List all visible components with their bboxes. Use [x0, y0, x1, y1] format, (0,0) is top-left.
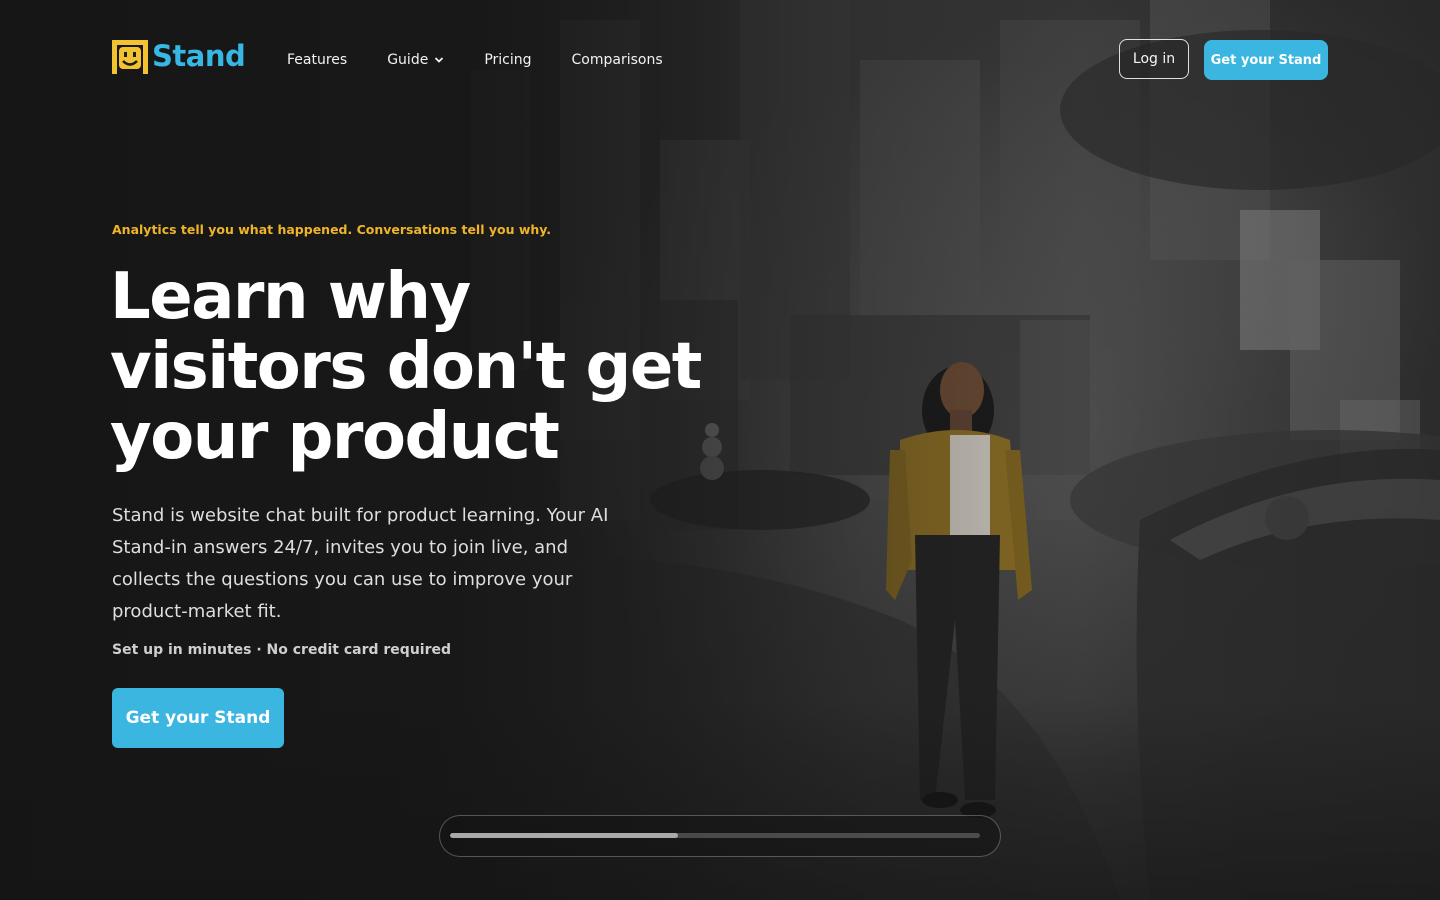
- hero-subcopy: Stand is website chat built for product …: [112, 505, 609, 622]
- chevron-down-icon: [435, 57, 444, 63]
- hero-eyebrow: Analytics tell you what happened. Conver…: [112, 222, 552, 237]
- landing-page: Stand Features Guide Pricing Comparisons…: [0, 0, 1440, 900]
- nav-item-label: Guide: [387, 52, 429, 68]
- brand-logo[interactable]: Stand: [112, 36, 246, 76]
- nav-item-label: Comparisons: [571, 52, 663, 68]
- hero-get-stand-button[interactable]: Get your Stand: [112, 688, 284, 748]
- hero-headline: Learn why visitors don't get your produc…: [110, 260, 702, 474]
- brand-name: Stand: [152, 39, 246, 73]
- setup-note: Set up in minutes · No credit card requi…: [112, 642, 452, 658]
- header-get-stand-button[interactable]: Get your Stand: [1204, 40, 1328, 80]
- smiley-stand-logo-icon: [112, 40, 148, 74]
- main-nav: Features Guide Pricing Comparisons: [287, 36, 703, 84]
- hero-progress-indicator: [439, 815, 1001, 857]
- nav-item-guide[interactable]: Guide: [387, 52, 444, 68]
- nav-item-comparisons[interactable]: Comparisons: [572, 52, 663, 68]
- site-header: Stand Features Guide Pricing Comparisons…: [112, 36, 1328, 84]
- nav-item-pricing[interactable]: Pricing: [484, 52, 531, 68]
- nav-item-label: Features: [287, 52, 348, 68]
- nav-item-label: Pricing: [484, 52, 532, 68]
- nav-item-features[interactable]: Features: [287, 52, 347, 68]
- login-button[interactable]: Log in: [1119, 39, 1189, 79]
- progress-fill: [450, 833, 678, 838]
- progress-track[interactable]: [450, 833, 980, 838]
